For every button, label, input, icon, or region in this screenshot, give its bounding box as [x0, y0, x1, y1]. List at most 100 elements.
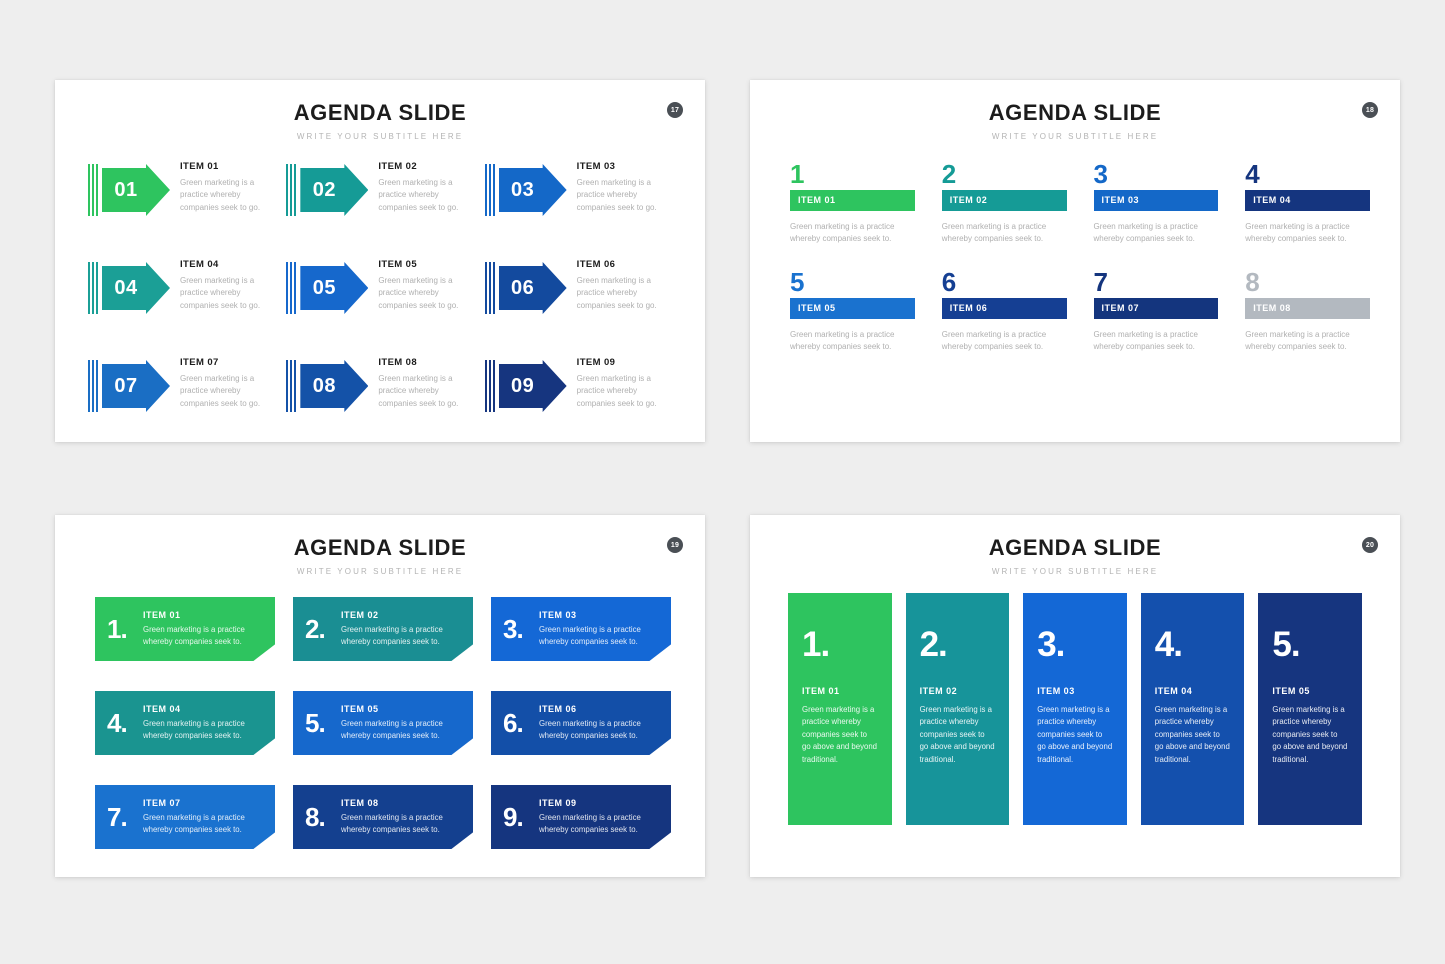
item-description: Green marketing is a practice whereby co… [941, 221, 1047, 244]
arrow-text-block: ITEM 04 Green marketing is a practice wh… [180, 256, 272, 312]
bar-item[interactable]: 3 ITEM 03 Green marketing is a practice … [1093, 159, 1219, 270]
tall-column[interactable]: 1. ITEM 01 Green marketing is a practice… [788, 593, 892, 825]
card-text-block: ITEM 01 Green marketing is a practice wh… [141, 610, 263, 647]
page-title: AGENDA SLIDE [988, 535, 1162, 560]
page-subtitle: WRITE YOUR SUBTITLE HERE [296, 567, 464, 576]
arrow-number: 01 [114, 178, 138, 201]
arrow-item[interactable]: 08 ITEM 08 Green marketing is a practice… [286, 354, 484, 452]
item-title: ITEM 03 [539, 610, 577, 621]
tall-column[interactable]: 2. ITEM 02 Green marketing is a practice… [905, 593, 1010, 825]
item-number: 5. [305, 707, 326, 738]
tall-column[interactable]: 4. ITEM 04 Green marketing is a practice… [1140, 593, 1245, 825]
bar-item[interactable]: 5 ITEM 05 Green marketing is a practice … [790, 267, 915, 378]
slide-header: AGENDA SLIDE WRITE YOUR SUBTITLE HERE [750, 80, 1400, 141]
card-text-block: ITEM 09 Green marketing is a practice wh… [537, 798, 659, 835]
card-text-block: ITEM 04 Green marketing is a practice wh… [141, 704, 263, 741]
arrow-item[interactable]: 03 ITEM 03 Green marketing is a practice… [484, 158, 683, 256]
item-description: Green marketing is a practice whereby co… [378, 374, 459, 408]
item-number: 6. [503, 707, 524, 738]
item-description: Green marketing is a practice whereby co… [180, 178, 261, 212]
page-title: AGENDA SLIDE [988, 100, 1162, 125]
folded-card[interactable]: 7. ITEM 07 Green marketing is a practice… [95, 785, 275, 849]
item-title: ITEM 05 [378, 259, 418, 270]
arrow-number: 06 [511, 276, 535, 299]
item-title: ITEM 04 [1154, 686, 1193, 696]
card-text-block: ITEM 03 Green marketing is a practice wh… [537, 610, 659, 647]
arrow-item[interactable]: 07 ITEM 07 Green marketing is a practice… [88, 354, 286, 452]
item-title: ITEM 01 [180, 161, 219, 172]
item-number: 4. [107, 707, 128, 738]
item-number: 5 [790, 267, 804, 297]
arrow-item[interactable]: 06 ITEM 06 Green marketing is a practice… [484, 256, 683, 354]
slide-header: AGENDA SLIDE WRITE YOUR SUBTITLE HERE [750, 515, 1400, 576]
arrow-graphic: 04 [88, 262, 170, 314]
slide-agenda-19[interactable]: AGENDA SLIDE WRITE YOUR SUBTITLE HERE 19… [55, 515, 705, 877]
arrow-number: 02 [312, 178, 336, 201]
item-number: 3 [1093, 159, 1108, 189]
arrow-stripes-icon [88, 360, 99, 412]
folded-card[interactable]: 4. ITEM 04 Green marketing is a practice… [95, 691, 275, 755]
folded-card[interactable]: 5. ITEM 05 Green marketing is a practice… [293, 691, 473, 755]
slide-agenda-20[interactable]: AGENDA SLIDE WRITE YOUR SUBTITLE HERE 20… [750, 515, 1400, 877]
bar-item[interactable]: 6 ITEM 06 Green marketing is a practice … [941, 269, 1067, 378]
page-title: AGENDA SLIDE [293, 535, 467, 560]
page-subtitle: WRITE YOUR SUBTITLE HERE [991, 132, 1159, 141]
item-title: ITEM 06 [539, 704, 577, 715]
item-description: Green marketing is a practice whereby co… [180, 276, 261, 310]
bar-item[interactable]: 4 ITEM 04 Green marketing is a practice … [1245, 161, 1370, 270]
folded-card[interactable]: 3. ITEM 03 Green marketing is a practice… [491, 597, 671, 661]
item-number: 1. [802, 625, 830, 664]
item-title: ITEM 05 [341, 704, 379, 715]
item-number: 3. [1037, 625, 1065, 664]
arrow-stripes-icon [484, 360, 496, 412]
folded-card[interactable]: 8. ITEM 08 Green marketing is a practice… [293, 785, 473, 849]
page-subtitle: WRITE YOUR SUBTITLE HERE [296, 132, 464, 141]
item-description: Green marketing is a practice whereby co… [576, 276, 657, 310]
slide-header: AGENDA SLIDE WRITE YOUR SUBTITLE HERE [55, 80, 705, 141]
item-number: 1. [107, 613, 128, 644]
item-number: 9. [503, 801, 524, 832]
item-title: ITEM 06 [576, 259, 616, 270]
folded-card[interactable]: 6. ITEM 06 Green marketing is a practice… [491, 691, 671, 755]
arrow-item[interactable]: 04 ITEM 04 Green marketing is a practice… [88, 256, 286, 354]
slide-agenda-18[interactable]: AGENDA SLIDE WRITE YOUR SUBTITLE HERE 18… [750, 80, 1400, 442]
item-description: Green marketing is a practice whereby co… [180, 374, 261, 408]
item-description: Green marketing is a practice whereby co… [539, 719, 641, 740]
arrow-graphic: 03 [484, 164, 567, 216]
item-title: ITEM 08 [378, 357, 418, 368]
item-title-bar: ITEM 07 [1093, 297, 1219, 319]
arrow-number: 09 [511, 374, 535, 397]
item-number: 2. [919, 625, 948, 664]
item-title: ITEM 07 [180, 357, 219, 368]
arrow-graphic: 07 [88, 360, 170, 412]
arrow-graphic: 09 [484, 360, 567, 412]
arrow-number: 08 [312, 374, 336, 397]
arrow-item[interactable]: 01 ITEM 01 Green marketing is a practice… [88, 158, 286, 256]
arrow-stripes-icon [484, 262, 496, 314]
card-text-block: ITEM 08 Green marketing is a practice wh… [339, 798, 461, 835]
slide-agenda-17[interactable]: AGENDA SLIDE WRITE YOUR SUBTITLE HERE 17… [55, 80, 705, 442]
tall-column-grid: 1. ITEM 01 Green marketing is a practice… [788, 593, 1362, 825]
arrow-item[interactable]: 05 ITEM 05 Green marketing is a practice… [286, 256, 484, 354]
arrow-item[interactable]: 02 ITEM 02 Green marketing is a practice… [286, 158, 484, 256]
bar-item[interactable]: 7 ITEM 07 Green marketing is a practice … [1093, 269, 1219, 378]
item-number: 5. [1272, 625, 1300, 664]
item-description: Green marketing is a practice whereby co… [576, 374, 657, 408]
item-title-bar: ITEM 02 [941, 189, 1067, 211]
page-number-badge: 17 [667, 102, 683, 118]
arrow-text-block: ITEM 09 Green marketing is a practice wh… [577, 354, 669, 410]
item-number: 2 [941, 159, 956, 189]
bar-item[interactable]: 2 ITEM 02 Green marketing is a practice … [941, 159, 1067, 270]
folded-card[interactable]: 9. ITEM 09 Green marketing is a practice… [491, 785, 671, 849]
folded-card[interactable]: 1. ITEM 01 Green marketing is a practice… [95, 597, 275, 661]
card-text-block: ITEM 02 Green marketing is a practice wh… [339, 610, 461, 647]
item-description: Green marketing is a practice whereby co… [576, 178, 657, 212]
folded-card[interactable]: 2. ITEM 02 Green marketing is a practice… [293, 597, 473, 661]
bar-item[interactable]: 1 ITEM 01 Green marketing is a practice … [790, 161, 915, 270]
tall-column[interactable]: 3. ITEM 03 Green marketing is a practice… [1023, 593, 1127, 825]
arrow-item[interactable]: 09 ITEM 09 Green marketing is a practice… [484, 354, 683, 452]
card-text-block: ITEM 05 Green marketing is a practice wh… [339, 704, 461, 741]
item-title-bar: ITEM 03 [1093, 189, 1219, 211]
tall-column[interactable]: 5. ITEM 05 Green marketing is a practice… [1258, 593, 1362, 825]
bar-item[interactable]: 8 ITEM 08 Green marketing is a practice … [1245, 269, 1370, 378]
